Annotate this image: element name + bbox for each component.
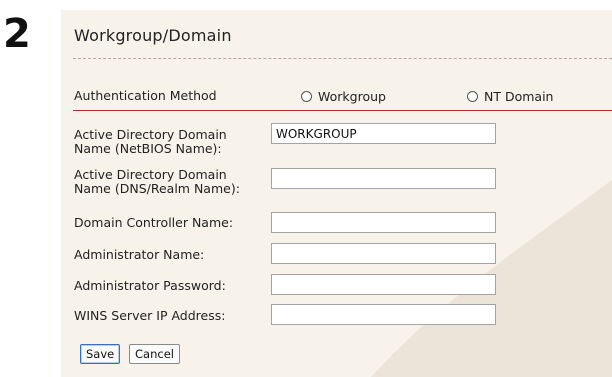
domain-controller-name-label: Domain Controller Name: <box>74 215 234 230</box>
administrator-password-input[interactable] <box>271 274 496 295</box>
panel-title: Workgroup/Domain <box>74 26 232 45</box>
authentication-method-row: Authentication Method Workgroup NT Domai… <box>61 88 612 108</box>
cancel-button[interactable]: Cancel <box>129 344 180 364</box>
nt-domain-radio-label: NT Domain <box>484 89 554 104</box>
administrator-name-label: Administrator Name: <box>74 247 205 262</box>
netbios-name-label: Active Directory Domain Name (NetBIOS Na… <box>74 127 227 156</box>
nt-domain-radio[interactable] <box>467 91 478 102</box>
workgroup-radio-option[interactable]: Workgroup <box>301 89 386 104</box>
netbios-name-input[interactable] <box>271 123 496 144</box>
step-number: 2 <box>3 11 31 57</box>
auth-divider <box>73 110 612 111</box>
workgroup-radio[interactable] <box>301 91 312 102</box>
administrator-name-input[interactable] <box>271 243 496 264</box>
wins-server-ip-label: WINS Server IP Address: <box>74 308 226 323</box>
workgroup-domain-panel: Workgroup/Domain Authentication Method W… <box>61 10 612 377</box>
workgroup-radio-label: Workgroup <box>318 89 386 104</box>
authentication-method-label: Authentication Method <box>74 88 217 103</box>
title-divider <box>73 58 612 59</box>
dns-realm-name-label: Active Directory Domain Name (DNS/Realm … <box>74 167 240 196</box>
domain-controller-name-input[interactable] <box>271 212 496 233</box>
dns-realm-name-input[interactable] <box>271 168 496 189</box>
administrator-password-label: Administrator Password: <box>74 278 226 293</box>
save-button[interactable]: Save <box>80 344 121 364</box>
nt-domain-radio-option[interactable]: NT Domain <box>467 89 553 104</box>
wins-server-ip-input[interactable] <box>271 304 496 325</box>
